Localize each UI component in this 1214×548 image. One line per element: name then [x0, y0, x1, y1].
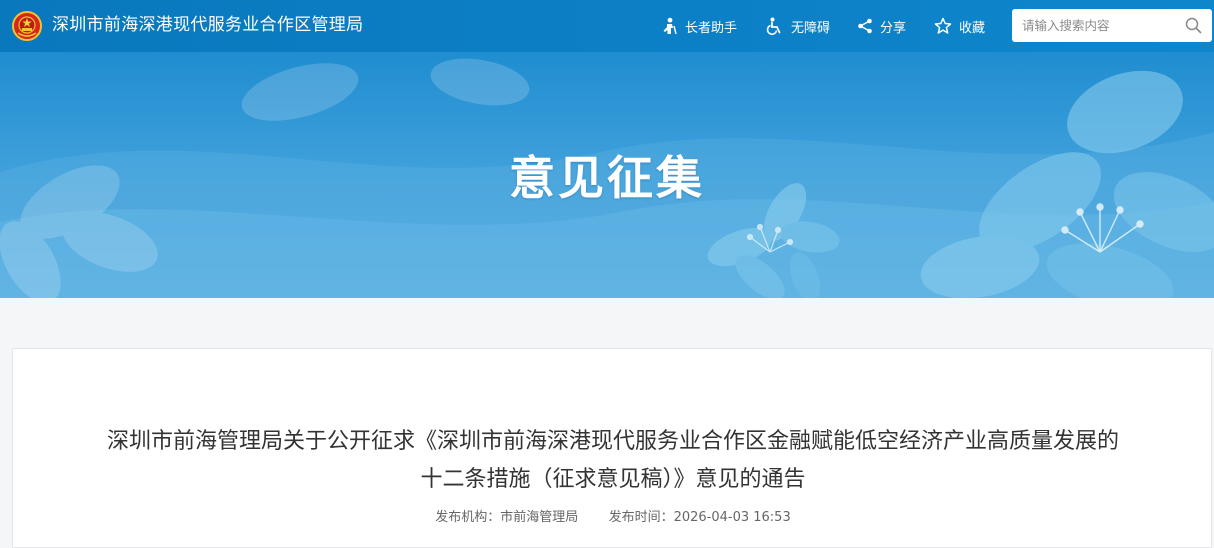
wheelchair-icon	[766, 17, 781, 35]
search-box	[1012, 9, 1212, 42]
banner-title: 意见征集	[509, 151, 705, 205]
publish-time-value: 2026-04-03 16:53	[673, 510, 791, 525]
share-button[interactable]: 分享	[857, 16, 906, 36]
top-header: 深圳市前海深港现代服务业合作区管理局 长者助手 无障碍 分享 收藏	[0, 0, 1214, 52]
accessibility-button[interactable]: 无障碍	[766, 16, 830, 36]
share-label: 分享	[880, 20, 907, 36]
favorite-label: 收藏	[959, 20, 986, 36]
article-title: 深圳市前海管理局关于公开征求《深圳市前海深港现代服务业合作区金融赋能低空经济产业…	[106, 429, 1119, 492]
elder-icon	[663, 17, 677, 35]
publisher-label: 发布机构：	[435, 510, 501, 525]
elder-assistant-button[interactable]: 长者助手	[660, 16, 737, 36]
search-input[interactable]	[1022, 15, 1172, 35]
star-icon	[934, 17, 952, 34]
search-icon[interactable]	[1185, 17, 1202, 34]
share-icon	[858, 18, 872, 34]
publish-time-label: 发布时间：	[608, 510, 674, 525]
national-emblem-icon[interactable]	[12, 11, 42, 41]
page-banner: 意见征集	[0, 52, 1214, 298]
elder-assistant-label: 长者助手	[685, 20, 738, 36]
site-title[interactable]: 深圳市前海深港现代服务业合作区管理局	[52, 14, 363, 36]
accessibility-label: 无障碍	[791, 20, 831, 36]
publisher-value: 市前海管理局	[500, 510, 579, 525]
article-card: 深圳市前海管理局关于公开征求《深圳市前海深港现代服务业合作区金融赋能低空经济产业…	[12, 348, 1212, 548]
favorite-button[interactable]: 收藏	[934, 16, 985, 36]
article-meta: 发布机构：市前海管理局 发布时间：2026-04-03 16:53	[13, 506, 1213, 525]
